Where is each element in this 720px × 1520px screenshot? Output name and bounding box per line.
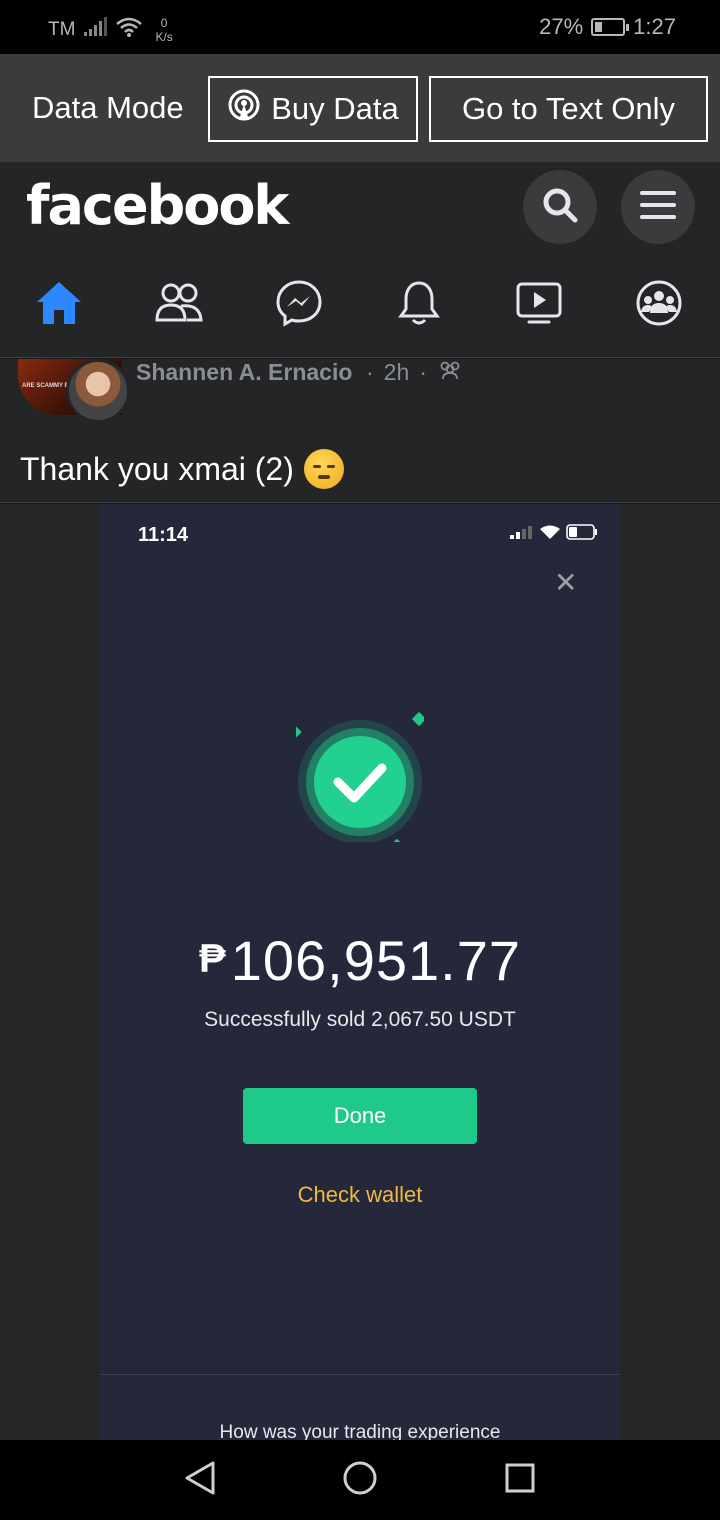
meta-separator: ·: [419, 359, 427, 385]
signal-icon: [83, 17, 108, 43]
text-only-button[interactable]: Go to Text Only: [429, 76, 708, 142]
sold-amount: ₱106,951.77: [100, 928, 620, 993]
notifications-icon: [398, 279, 440, 332]
facebook-header: facebook: [0, 162, 720, 358]
buy-data-button[interactable]: Buy Data: [208, 76, 418, 142]
main-nav: [0, 270, 720, 340]
screenshot-time: 11:14: [138, 524, 189, 546]
meta-separator: ·: [366, 359, 374, 385]
menu-icon: [638, 189, 678, 226]
back-button[interactable]: [180, 1460, 220, 1500]
screenshot-status-icons: [510, 524, 598, 545]
buy-data-label: Buy Data: [271, 91, 399, 126]
system-nav-bar: [0, 1440, 720, 1520]
net-speed: 0 K/s: [155, 16, 173, 44]
back-icon: [183, 1460, 217, 1501]
data-mode-bar: Data Mode Buy Data Go to Text Only: [0, 54, 720, 162]
messenger-icon: [275, 279, 323, 332]
currency-symbol: ₱: [199, 937, 227, 981]
recents-button[interactable]: [500, 1460, 540, 1500]
status-bar: TM 0 K/s 27% 1:27: [0, 0, 720, 54]
recents-icon: [504, 1462, 536, 1499]
home-icon: [35, 280, 83, 331]
post-image[interactable]: 11:14 ✕ ₱106,951.77 Successfully sold 2,…: [0, 504, 720, 1440]
done-button: Done: [243, 1088, 477, 1144]
post-text-body: Thank you xmai (2): [20, 450, 294, 487]
broadcast-icon: [227, 88, 261, 130]
watch-icon: [515, 281, 563, 330]
tab-messenger[interactable]: [264, 270, 334, 340]
post-time[interactable]: 2h: [384, 359, 410, 386]
status-right: 27% 1:27: [539, 14, 676, 40]
friends-icon: [437, 359, 463, 386]
menu-button[interactable]: [621, 170, 695, 244]
feedback-prompt: How was your trading experience: [219, 1422, 501, 1440]
check-wallet-link: Check wallet: [297, 1182, 423, 1207]
battery-icon: [591, 18, 630, 36]
search-button[interactable]: [523, 170, 597, 244]
tab-watch[interactable]: [504, 270, 574, 340]
wifi-icon: [540, 525, 560, 545]
post-text: Thank you xmai (2): [20, 449, 344, 489]
tab-home[interactable]: [24, 270, 94, 340]
close-icon: ✕: [554, 567, 578, 598]
user-avatar[interactable]: [66, 359, 130, 423]
home-circle-icon: [342, 1460, 378, 1501]
clock: 1:27: [633, 14, 676, 39]
sleepy-emoji-icon: [303, 449, 344, 489]
trade-success-screenshot: 11:14 ✕ ₱106,951.77 Successfully sold 2,…: [100, 504, 620, 1440]
post-author[interactable]: Shannen A. Ernacio: [136, 359, 352, 386]
status-left: TM 0 K/s: [48, 16, 173, 44]
search-icon: [540, 185, 580, 230]
battery-percent: 27%: [539, 14, 584, 39]
screenshot-divider: [100, 1374, 620, 1375]
success-check-icon: [290, 710, 427, 848]
post-avatar-group[interactable]: ARE SCAMMY BU: [18, 359, 130, 423]
battery-fill: [595, 22, 603, 32]
post-meta: · 2h ·: [366, 359, 463, 386]
data-mode-label: Data Mode: [32, 90, 184, 125]
signal-icon: [510, 525, 534, 544]
text-only-label: Go to Text Only: [461, 91, 676, 126]
groups-icon: [635, 279, 683, 332]
wifi-icon: [115, 16, 143, 44]
home-button[interactable]: [340, 1460, 380, 1500]
sold-description: Successfully sold 2,067.50 USDT: [204, 1008, 516, 1031]
carrier-label: TM: [48, 19, 76, 40]
amount-value: 106,951.77: [230, 929, 521, 992]
tab-groups[interactable]: [624, 270, 694, 340]
facebook-logo[interactable]: facebook: [26, 174, 289, 237]
tab-notifications[interactable]: [384, 270, 454, 340]
tab-friends[interactable]: [144, 270, 214, 340]
friends-icon: [154, 282, 204, 329]
battery-icon: [566, 524, 598, 545]
post: ARE SCAMMY BU Shannen A. Ernacio · 2h · …: [0, 359, 720, 503]
